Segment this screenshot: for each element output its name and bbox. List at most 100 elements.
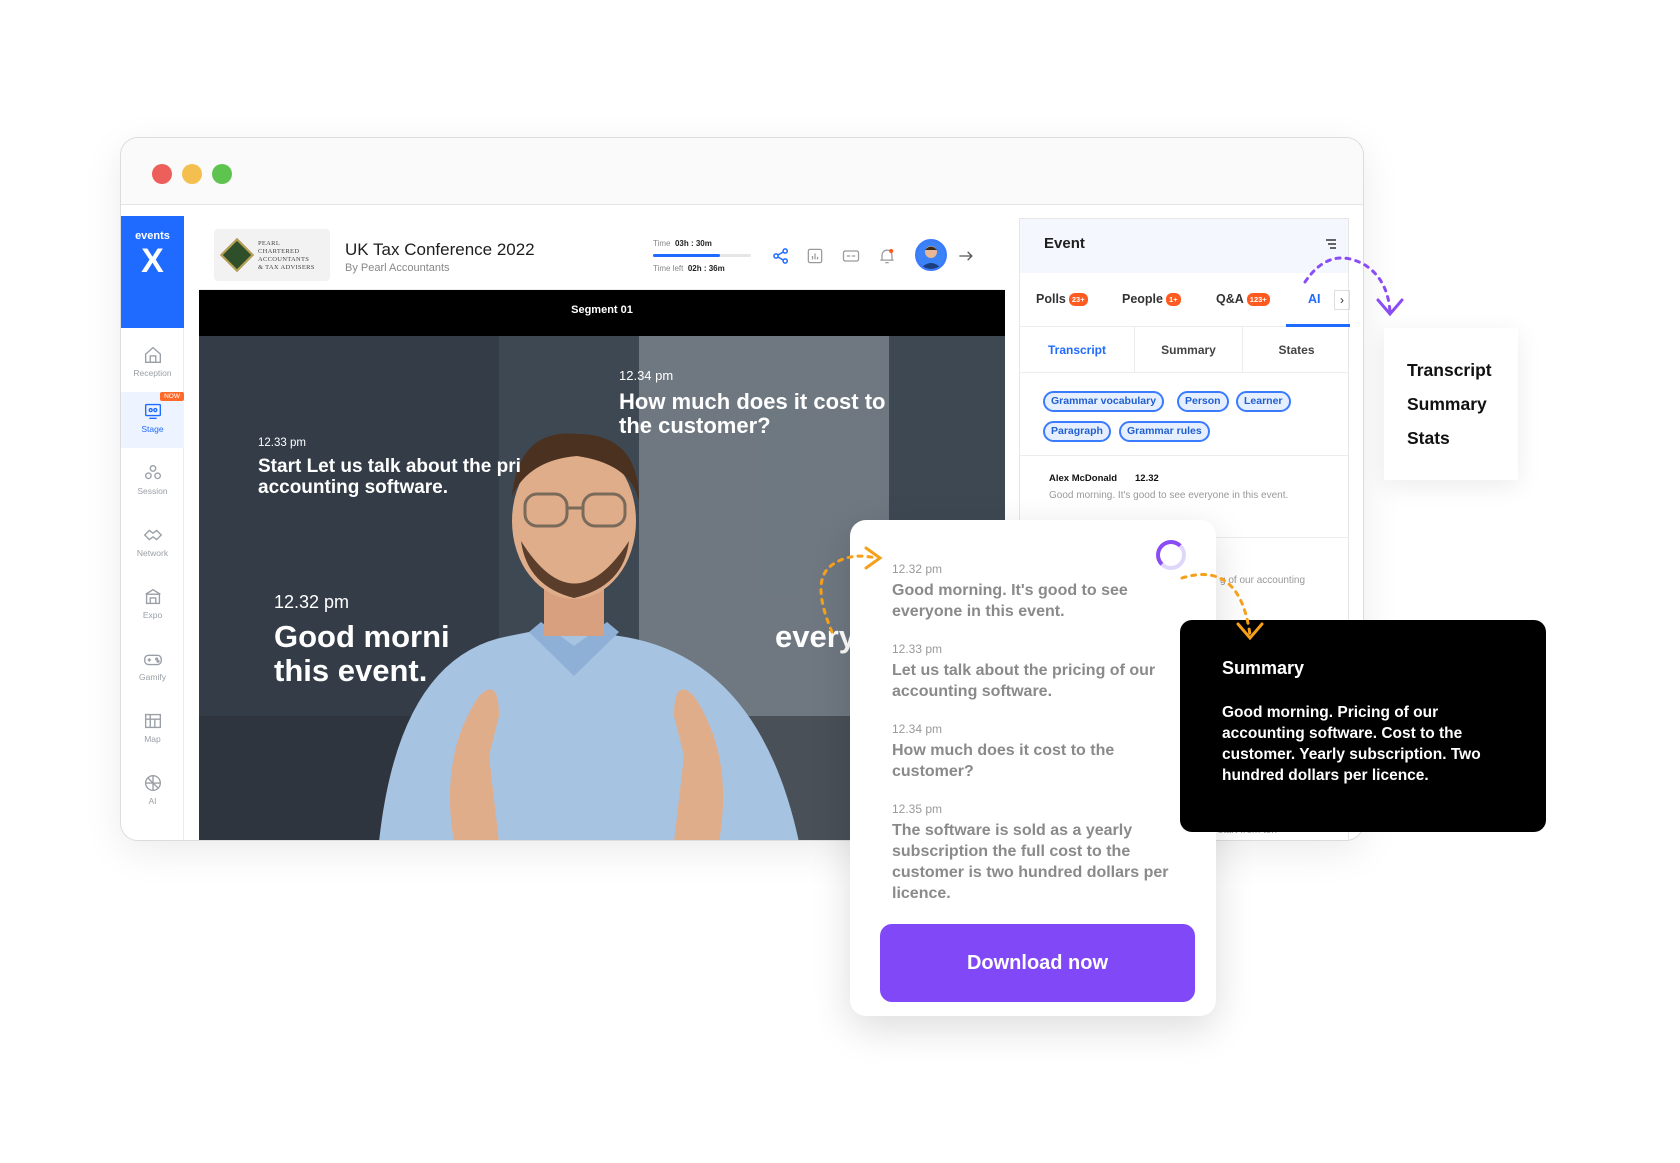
transcript-fragment: g of our accounting [1220,575,1306,586]
subtab-summary[interactable]: Summary [1135,327,1243,373]
people-badge: 1+ [1166,293,1181,307]
keyword-chip[interactable]: Grammar rules [1119,421,1210,442]
keyword-chip[interactable]: Person [1177,391,1229,412]
logo-diamond-icon [220,238,254,272]
transcript-text: Let us talk about the pricing of our acc… [892,662,1156,700]
polls-badge: 23+ [1068,293,1088,307]
sidebar-item-reception[interactable]: Reception [121,336,184,392]
transcript-time: 12.32 pm [892,562,943,576]
menu-item-stats[interactable]: Stats [1407,428,1450,449]
transcript-card: 12.32 pm Good morning. It's good to see … [850,520,1216,1016]
panel-tabs: Polls 23+ People 1+ Q&A 123+ AI › [1020,273,1350,327]
event-organizer: By Pearl Accountants [345,262,450,274]
keyword-chip[interactable]: Paragraph [1043,421,1111,442]
subtab-states[interactable]: States [1243,327,1350,373]
time-elapsed: Time 03h : 30m [653,239,712,248]
qna-badge: 123+ [1246,293,1270,307]
summary-card: Summary Good morning. Pricing of our acc… [1180,620,1546,832]
transcript-text: How much does it cost to the customer? [892,742,1115,780]
purple-arrowhead [1376,298,1404,317]
sidebar-item-label: Network [136,548,169,558]
speaker-time: 12.32 [1135,473,1159,484]
tab-qna[interactable]: Q&A 123+ [1216,292,1270,307]
segment-label: Segment 01 [571,304,633,316]
sidebar-item-stage[interactable]: NOW Stage [121,392,184,448]
segment-bar: Segment 01 [199,290,1005,336]
brand-word: events [135,230,170,242]
transcript-text: Good morning. It's good to see everyone … [892,582,1128,620]
caption-fragment: every [775,619,857,654]
logo-text: PEARL CHARTERED ACCOUNTANTS & TAX ADVISE… [258,240,315,271]
tab-ai[interactable]: AI [1308,292,1321,306]
keyword-chip[interactable]: Grammar vocabulary [1043,391,1165,412]
map-icon [144,713,161,729]
notification-bell-icon[interactable] [877,246,897,266]
keyword-chip[interactable]: Learner [1236,391,1291,412]
tab-polls[interactable]: Polls 23+ [1036,292,1088,307]
sidebar-item-ai[interactable]: AI [121,764,184,820]
now-badge: NOW [160,392,184,401]
share-icon[interactable] [771,246,791,266]
ai-subtabs: Transcript Summary States [1020,327,1348,373]
organizer-logo: PEARL CHARTERED ACCOUNTANTS & TAX ADVISE… [214,229,330,281]
download-now-button[interactable]: Download now [880,924,1195,1002]
zoom-window-button[interactable] [212,164,232,184]
sidebar-item-label: AI [148,796,157,806]
ai-options-menu: Transcript Summary Stats [1384,328,1518,480]
session-icon [144,464,161,480]
tab-people[interactable]: People 1+ [1122,292,1181,307]
summary-title: Summary [1222,658,1305,678]
event-title: UK Tax Conference 2022 [345,240,535,259]
menu-lines-icon[interactable] [1324,237,1338,251]
sidebar: events X Reception NOW Stage Session Net… [121,216,184,840]
sidebar-item-expo[interactable]: Expo [121,578,184,634]
exit-arrow-icon[interactable] [956,246,976,266]
chevron-right-icon[interactable]: › [1334,290,1350,310]
caption-text: Good morni this event. [274,619,450,688]
speaker-name: Alex McDonald [1049,473,1118,484]
menu-item-transcript[interactable]: Transcript [1407,360,1492,381]
window-titlebar [121,138,1363,205]
home-icon [144,346,161,364]
brand-x-icon: X [141,242,164,280]
canvas: events X Reception NOW Stage Session Net… [0,0,1680,1163]
sidebar-item-label: Expo [142,610,163,620]
caption-text: Start Let us talk about the pri accounti… [258,456,521,498]
poll-chart-icon[interactable] [805,246,825,266]
gamify-icon [143,654,162,666]
caption-icon[interactable] [841,246,861,266]
brand-logo[interactable]: events X [121,216,184,328]
sidebar-item-network[interactable]: Network [121,516,184,572]
subtab-transcript[interactable]: Transcript [1020,327,1135,373]
stage-icon [144,403,161,420]
sidebar-item-label: Map [144,734,161,744]
avatar-person-icon [917,241,945,269]
sidebar-item-label: Stage [141,424,164,434]
menu-item-summary[interactable]: Summary [1407,394,1487,415]
panel-title: Event [1044,235,1085,252]
divider [1020,455,1348,456]
close-window-button[interactable] [152,164,172,184]
caption-time: 12.32 pm [274,592,350,612]
time-progress-bar [653,254,751,257]
network-icon [143,529,162,541]
transcript-entry-text: Good morning. It's good to see everyone … [1049,490,1289,501]
event-header: PEARL CHARTERED ACCOUNTANTS & TAX ADVISE… [199,218,1005,290]
user-avatar[interactable] [915,239,947,271]
sidebar-item-session[interactable]: Session [121,454,184,510]
caption-time: 12.34 pm [619,368,674,383]
sidebar-item-map[interactable]: Map [121,702,184,758]
sidebar-item-label: Gamify [139,672,166,682]
summary-text: Good morning. Pricing of our accounting … [1222,704,1481,784]
transcript-time: 12.33 pm [892,642,943,656]
transcript-time: 12.34 pm [892,722,943,736]
caption-time: 12.33 pm [258,437,306,449]
transcript-time: 12.35 pm [892,802,943,816]
loading-spinner-icon [1156,540,1186,570]
sidebar-item-gamify[interactable]: Gamify [121,640,184,696]
time-progress-fill [653,254,720,257]
sidebar-item-label: Session [137,486,168,496]
minimize-window-button[interactable] [182,164,202,184]
time-left: Time left 02h : 36m [653,264,725,273]
expo-icon [144,588,161,605]
